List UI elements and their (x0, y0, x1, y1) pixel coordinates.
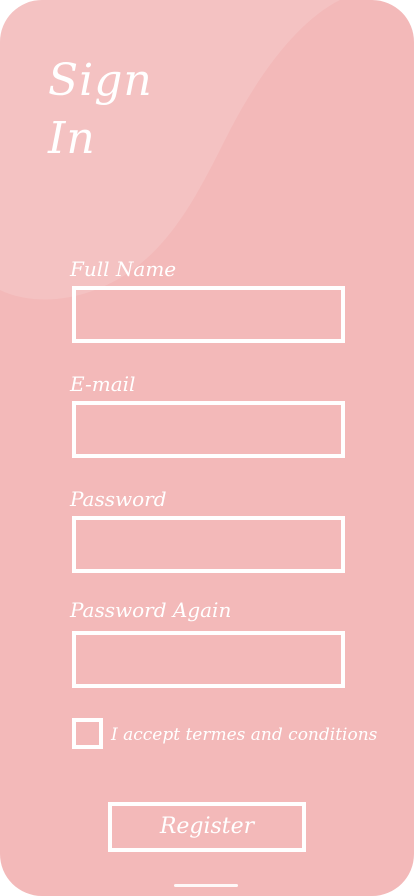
password-again-label: Password Again (70, 598, 232, 622)
page-title: Sign In (48, 52, 208, 168)
home-indicator (174, 884, 238, 887)
terms-checkbox[interactable] (72, 718, 103, 749)
email-label: E-mail (70, 372, 136, 396)
full-name-label: Full Name (70, 257, 177, 281)
page-title-line-1: Sign (48, 55, 153, 106)
email-input[interactable] (72, 401, 345, 458)
register-button[interactable]: Register (108, 802, 306, 852)
terms-label: I accept termes and conditions (111, 725, 378, 745)
password-label: Password (70, 487, 167, 511)
full-name-input[interactable] (72, 286, 345, 343)
sign-in-screen: Sign In Full Name E-mail Password Passwo… (0, 0, 414, 896)
password-again-input[interactable] (72, 631, 345, 688)
page-title-line-2: In (48, 113, 96, 164)
password-input[interactable] (72, 516, 345, 573)
